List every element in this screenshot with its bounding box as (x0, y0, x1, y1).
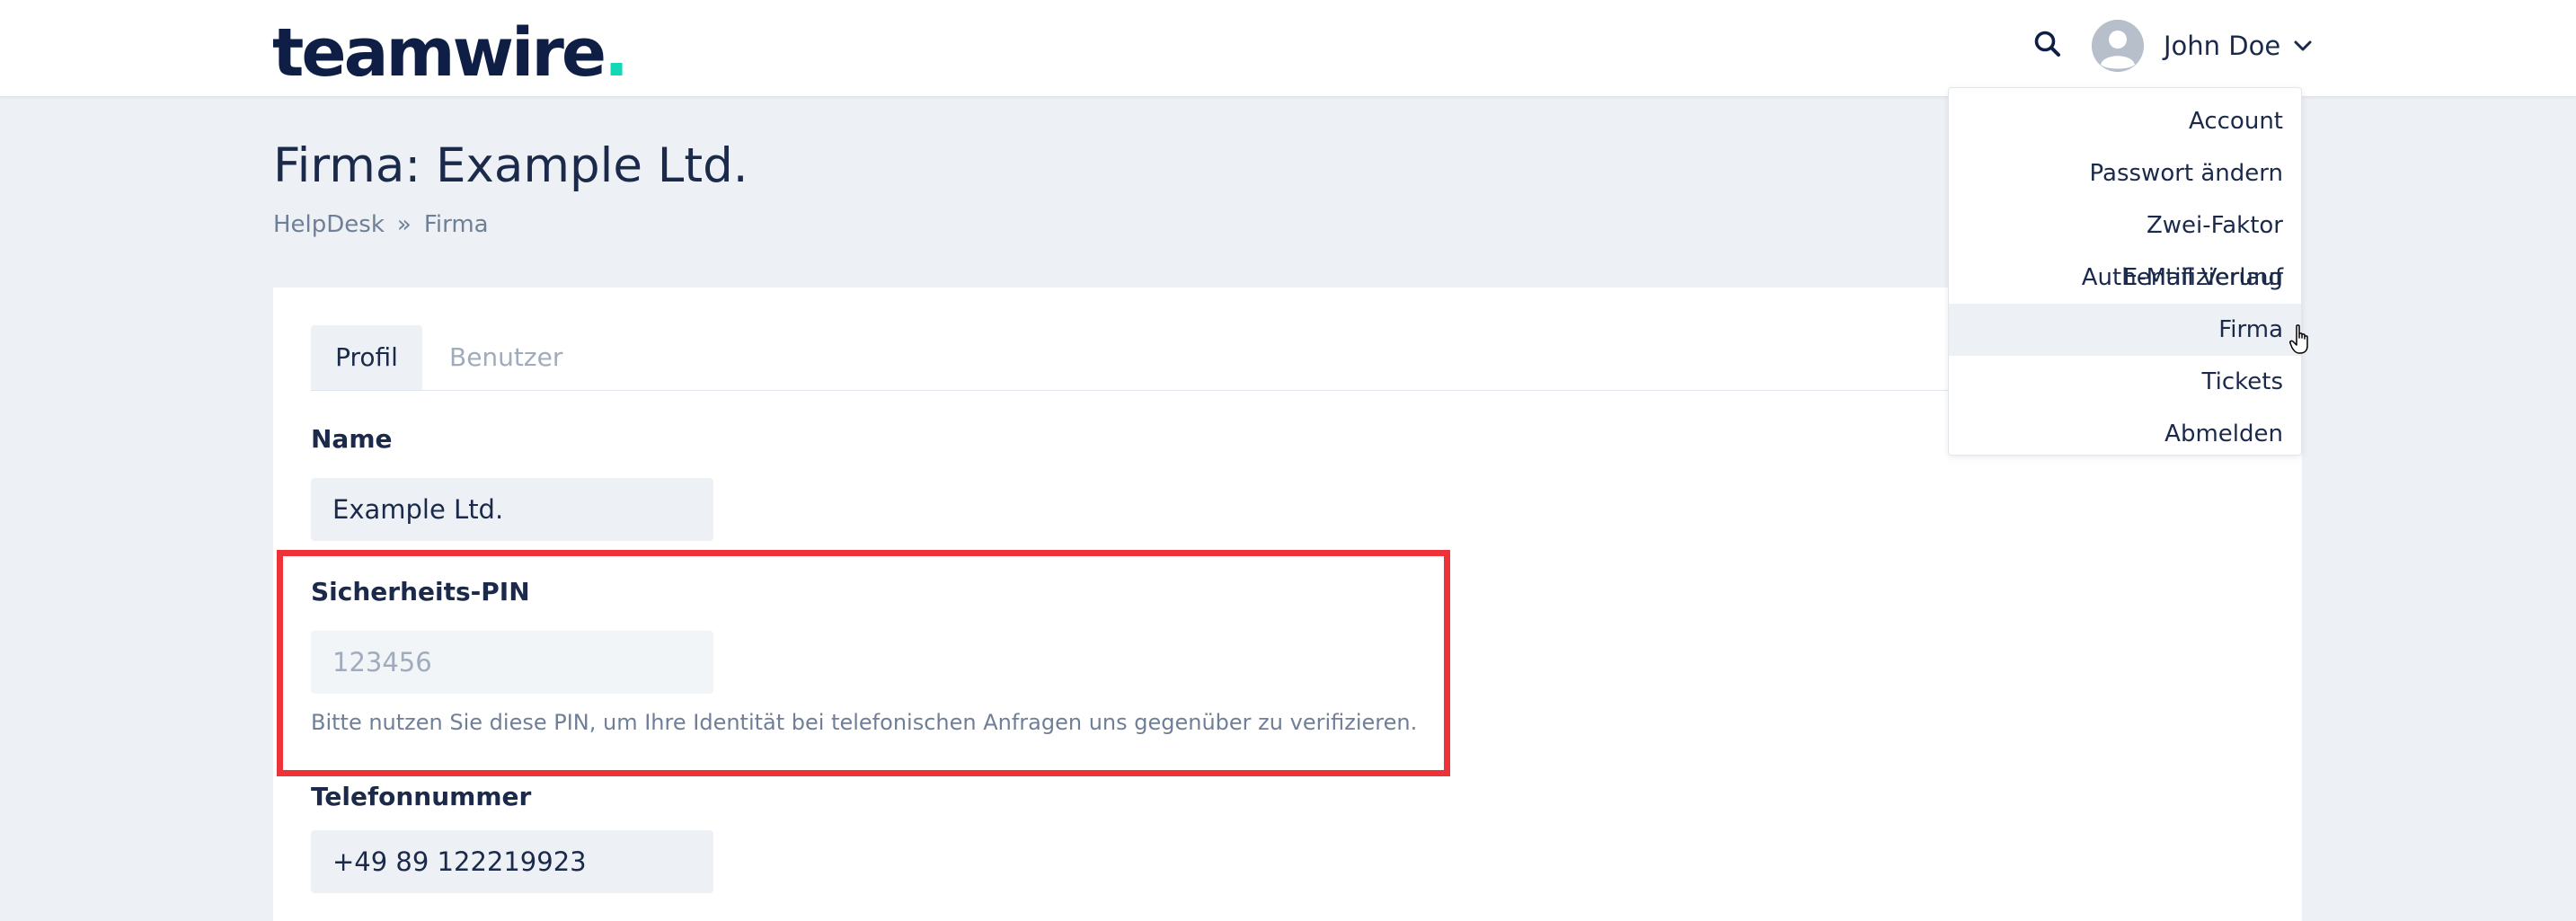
teamwire-logo[interactable]: teamwire. (272, 14, 629, 92)
name-field[interactable] (311, 478, 713, 541)
user-name: John Doe (2164, 31, 2281, 61)
user-avatar-icon (2092, 20, 2144, 72)
menu-item-change-password[interactable]: Passwort ändern (1949, 147, 2301, 199)
user-dropdown-menu: Account Passwort ändern Zwei-Faktor Auth… (1948, 87, 2302, 456)
menu-item-logout[interactable]: Abmelden (1949, 408, 2301, 460)
tab-benutzer[interactable]: Benutzer (449, 325, 562, 390)
breadcrumb-separator: » (396, 211, 412, 238)
tab-profil[interactable]: Profil (311, 325, 422, 390)
breadcrumb: HelpDesk » Firma (273, 208, 489, 241)
menu-item-account[interactable]: Account (1949, 95, 2301, 147)
page-title: Firma: Example Ltd. (273, 138, 748, 193)
pin-help-text: Bitte nutzen Sie diese PIN, um Ihre Iden… (311, 710, 1418, 735)
phone-label: Telefonnummer (311, 782, 532, 811)
breadcrumb-helpdesk[interactable]: HelpDesk (273, 211, 385, 238)
logo-text: teamwire (272, 14, 606, 92)
breadcrumb-firma[interactable]: Firma (424, 211, 489, 238)
pin-field[interactable] (311, 631, 713, 694)
avatar (2092, 20, 2144, 72)
menu-item-company[interactable]: Firma (1949, 304, 2301, 356)
user-menu-toggle[interactable]: John Doe (2092, 18, 2315, 74)
name-label: Name (311, 424, 393, 454)
search-button[interactable] (2032, 29, 2063, 59)
phone-field[interactable] (311, 830, 713, 893)
menu-item-email-history[interactable]: E-Mail Verlauf (1949, 252, 2301, 304)
search-icon (2034, 31, 2060, 57)
pin-label: Sicherheits-PIN (311, 577, 530, 607)
logo-dot: . (604, 14, 629, 92)
top-header: teamwire. John Doe (0, 0, 2576, 97)
menu-item-tickets[interactable]: Tickets (1949, 356, 2301, 408)
chevron-down-icon (2294, 40, 2312, 51)
menu-item-two-factor[interactable]: Zwei-Faktor Authentifizierung (1949, 199, 2301, 291)
